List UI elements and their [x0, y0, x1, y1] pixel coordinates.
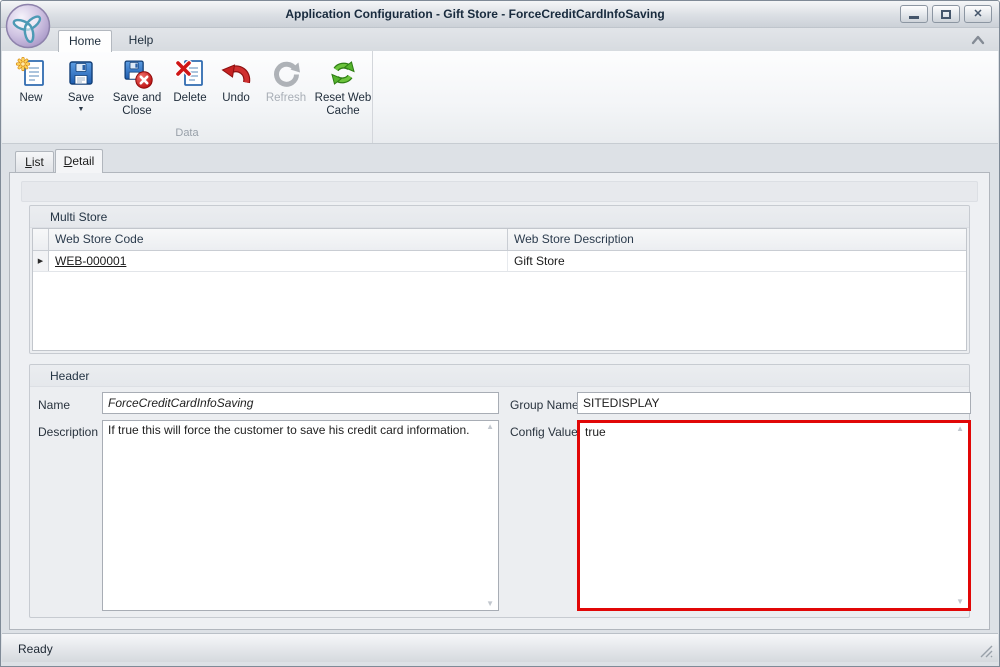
cell-web-store-code[interactable]: WEB-000001	[49, 251, 508, 271]
tab-list-label: ist	[31, 155, 44, 169]
scroll-up-icon[interactable]: ▲	[486, 423, 494, 431]
grid-column-web-store-code[interactable]: Web Store Code	[49, 229, 508, 251]
refresh-button-label: Refresh	[265, 92, 307, 104]
detail-page: Multi Store Web Store Code Web Store Des…	[9, 172, 990, 630]
application-menu-button[interactable]	[5, 3, 51, 49]
description-field[interactable]: If true this will force the customer to …	[103, 421, 498, 610]
multi-store-group: Multi Store Web Store Code Web Store Des…	[29, 205, 970, 354]
header-group: Header Name Group Name Description If tr…	[29, 364, 971, 618]
close-button[interactable]: ✕	[964, 5, 992, 23]
window-controls: ✕	[900, 5, 992, 23]
ribbon-tab-home-label: Home	[68, 34, 101, 48]
minimize-button[interactable]	[900, 5, 928, 23]
app-logo-icon	[5, 3, 51, 49]
table-row[interactable]: ▶ WEB-000001 Gift Store	[33, 251, 966, 272]
cell-web-store-description: Gift Store	[514, 254, 565, 268]
titlebar: Application Configuration - Gift Store -…	[1, 1, 999, 28]
undo-button-label: Undo	[222, 92, 250, 104]
page-top-panel	[21, 181, 978, 202]
scroll-down-icon[interactable]: ▼	[956, 598, 964, 606]
undo-icon	[221, 64, 251, 84]
ribbon-group-caption: Data	[175, 127, 199, 139]
description-label: Description	[38, 425, 99, 439]
new-document-icon	[15, 57, 44, 86]
ribbon-collapse-button[interactable]	[969, 33, 987, 47]
config-value-label: Config Value	[510, 425, 578, 439]
resize-grip-icon[interactable]	[980, 645, 993, 658]
tab-detail[interactable]: Detail	[55, 149, 103, 173]
ribbon-tab-help-label: Help	[128, 33, 154, 47]
dropdown-caret-icon[interactable]: ▼	[78, 106, 85, 113]
multi-store-group-title: Multi Store	[30, 206, 969, 228]
web-store-code-link[interactable]: WEB-000001	[55, 254, 126, 268]
multi-store-grid: Web Store Code Web Store Description ▶ W…	[32, 228, 967, 351]
group-name-label: Group Name	[510, 398, 579, 412]
scroll-down-icon[interactable]: ▼	[486, 600, 494, 608]
status-text: Ready	[18, 642, 53, 656]
header-group-title: Header	[30, 365, 969, 387]
save-and-close-icon	[124, 60, 153, 89]
ribbon-body: New Save ▼ Save and Close Delete Undo Re…	[2, 51, 998, 144]
reset-web-cache-icon	[331, 61, 355, 85]
tab-list[interactable]: List	[15, 151, 54, 173]
name-label: Name	[38, 398, 71, 412]
scroll-up-icon[interactable]: ▲	[956, 425, 964, 433]
config-value-memo: true ▲ ▼	[577, 420, 971, 611]
ribbon-tab-home[interactable]: Home	[58, 30, 112, 52]
description-memo: If true this will force the customer to …	[102, 420, 499, 611]
delete-icon	[175, 60, 203, 86]
close-icon: ✕	[973, 7, 983, 20]
name-field[interactable]	[102, 392, 499, 414]
config-value-field[interactable]: true	[580, 423, 968, 608]
save-button-label: Save	[67, 92, 95, 104]
ribbon-group-data: New Save ▼ Save and Close Delete Undo Re…	[2, 51, 373, 143]
group-name-field[interactable]	[577, 392, 971, 414]
grid-header-row: Web Store Code Web Store Description	[33, 229, 966, 251]
row-indicator: ▶	[33, 251, 49, 271]
new-button-label: New	[19, 92, 43, 104]
chevron-up-icon	[971, 35, 985, 45]
ribbon-tab-help[interactable]: Help	[115, 30, 167, 52]
status-bar: Ready	[2, 633, 998, 662]
window-title: Application Configuration - Gift Store -…	[285, 7, 665, 21]
refresh-icon	[274, 61, 300, 87]
tab-list-accel: L	[25, 155, 32, 169]
minimize-icon	[909, 16, 919, 19]
ribbon-tab-row: Home Help	[1, 28, 999, 52]
application-window: Application Configuration - Gift Store -…	[0, 0, 1000, 667]
maximize-button[interactable]	[932, 5, 960, 23]
save-and-close-button-label: Save and Close	[112, 92, 162, 117]
delete-button-label: Delete	[173, 92, 207, 104]
save-icon	[69, 61, 93, 85]
row-indicator-icon: ▶	[37, 258, 44, 265]
tab-detail-label: etail	[72, 154, 95, 168]
maximize-icon	[941, 9, 951, 19]
reset-web-cache-button-label: Reset Web Cache	[314, 92, 372, 117]
grid-column-web-store-description[interactable]: Web Store Description	[508, 229, 966, 251]
grid-indicator-header	[33, 229, 49, 251]
